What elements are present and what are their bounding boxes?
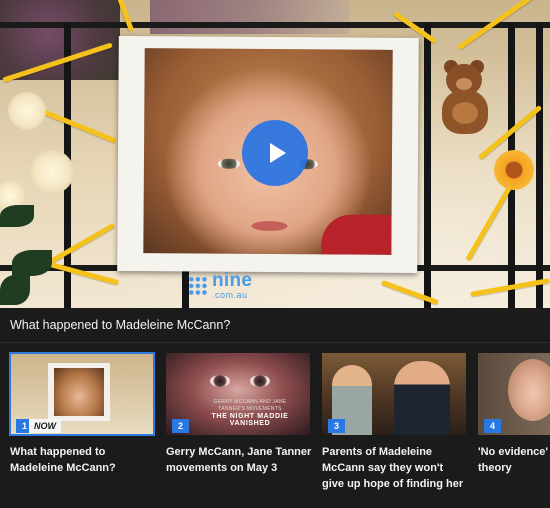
playlist-index-badge: 2 <box>172 419 189 433</box>
brand-word: nine <box>212 269 253 291</box>
background-foliage <box>0 0 120 80</box>
thumbnail-caption: GERRY MCCANN AND JANE TANNER'S MOVEMENTS… <box>200 399 300 427</box>
playlist-index-badge: 4 <box>484 419 501 433</box>
nine-dots-icon <box>188 276 208 296</box>
playlist-item[interactable]: 4 'No evidence' latest Madelei theory <box>478 353 550 476</box>
fence-post <box>424 22 431 308</box>
playlist-item-title[interactable]: Gerry McCann, Jane Tanner movements on M… <box>166 444 312 476</box>
thumbnail-caption-small: GERRY MCCANN AND JANE TANNER'S MOVEMENTS <box>213 399 287 412</box>
play-button[interactable] <box>242 120 308 186</box>
playlist-thumbnail[interactable]: 4 <box>478 353 550 435</box>
playlist-item-title[interactable]: What happened to Madeleine McCann? <box>10 444 156 476</box>
playlist-carousel: 1 NOW What happened to Madeleine McCann?… <box>0 344 550 508</box>
playlist-item[interactable]: GERRY MCCANN AND JANE TANNER'S MOVEMENTS… <box>166 353 312 476</box>
playlist-thumbnail[interactable]: GERRY MCCANN AND JANE TANNER'S MOVEMENTS… <box>166 353 310 435</box>
white-flower <box>30 150 74 194</box>
play-icon <box>269 143 286 163</box>
playlist-thumbnail[interactable]: 3 <box>322 353 466 435</box>
playlist-item[interactable]: 3 Parents of Madeleine McCann say they w… <box>322 353 468 492</box>
leaf <box>0 275 30 305</box>
playlist-index-badge: 3 <box>328 419 345 433</box>
fence-post <box>536 22 543 308</box>
teddy-bear-icon <box>436 58 494 138</box>
playlist-thumbnail[interactable]: 1 NOW <box>9 352 155 436</box>
sunflower-icon <box>494 150 534 190</box>
white-flower <box>8 92 46 130</box>
leaf <box>0 205 34 227</box>
brand-sub: .com.au <box>212 289 248 300</box>
yellow-ribbon <box>40 259 120 286</box>
nine-logo-icon: nine .com.au <box>188 269 253 300</box>
background-flowers <box>150 0 350 34</box>
shirt <box>321 214 392 255</box>
playlist-item-title[interactable]: 'No evidence' latest Madelei theory <box>478 444 550 476</box>
brand-text: nine .com.au <box>212 269 253 300</box>
playlist-item-title[interactable]: Parents of Madeleine McCann say they won… <box>322 444 468 492</box>
eye <box>217 158 240 169</box>
thumbnail-caption-big: THE NIGHT MADDIE VANISHED <box>211 413 289 427</box>
lips <box>251 220 288 232</box>
video-title: What happened to Madeleine McCann? <box>0 308 550 343</box>
leaf <box>12 250 52 276</box>
video-player[interactable]: nine .com.au <box>0 0 550 308</box>
now-playing-tag: NOW <box>29 419 61 433</box>
fence-rail-top <box>0 22 550 28</box>
playlist-item[interactable]: 1 NOW What happened to Madeleine McCann? <box>9 352 156 476</box>
